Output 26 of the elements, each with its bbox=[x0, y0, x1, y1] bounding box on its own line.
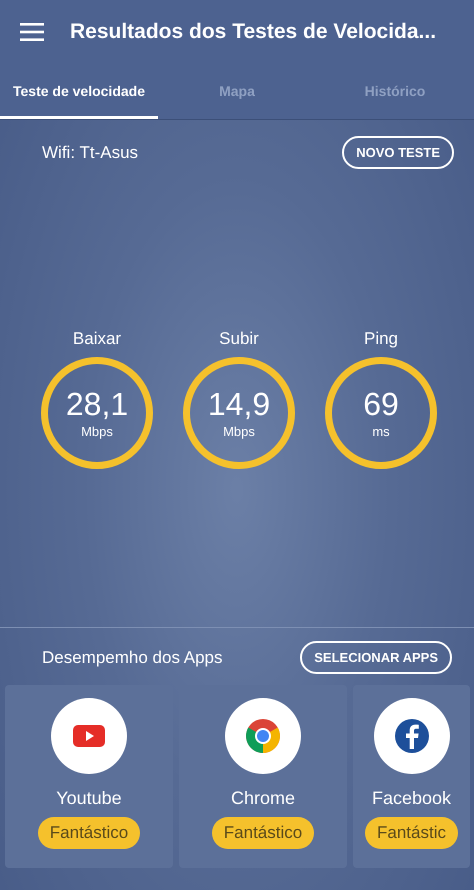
rating-badge: Fantástico bbox=[212, 817, 314, 849]
menu-icon[interactable] bbox=[20, 23, 44, 41]
gauge-value: 28,1 bbox=[66, 387, 128, 421]
gauge-value: 14,9 bbox=[208, 387, 270, 421]
new-test-button[interactable]: NOVO TESTE bbox=[342, 136, 454, 169]
gauge-value: 69 bbox=[363, 387, 399, 421]
app-name: Chrome bbox=[230, 788, 296, 809]
app-name: Facebook bbox=[372, 788, 452, 809]
section-title: Desempemho dos Apps bbox=[42, 648, 222, 668]
gauge-label: Ping bbox=[364, 329, 398, 349]
gauge-unit: Mbps bbox=[81, 424, 113, 439]
screen-title: Resultados dos Testes de Velocida... bbox=[70, 20, 436, 44]
rating-badge: Fantástico bbox=[38, 817, 140, 849]
app-name: Youtube bbox=[56, 788, 122, 809]
select-apps-button[interactable]: SELECIONAR APPS bbox=[300, 641, 452, 674]
app-card[interactable]: Youtube Fantástico bbox=[5, 685, 173, 868]
chrome-icon bbox=[243, 716, 283, 756]
gauge-label: Baixar bbox=[72, 329, 122, 349]
tab[interactable]: Teste de velocidade bbox=[0, 64, 158, 119]
rating-badge: Fantástic bbox=[365, 817, 458, 849]
app-card[interactable]: Chrome Fantástico bbox=[179, 685, 347, 868]
app-card[interactable]: Facebook Fantástic bbox=[353, 685, 470, 868]
network-name: Wifi: Tt-Asus bbox=[42, 142, 138, 162]
gauge-unit: Mbps bbox=[223, 424, 255, 439]
gauge-label: Subir bbox=[219, 329, 259, 349]
gauge-unit: ms bbox=[372, 424, 390, 439]
